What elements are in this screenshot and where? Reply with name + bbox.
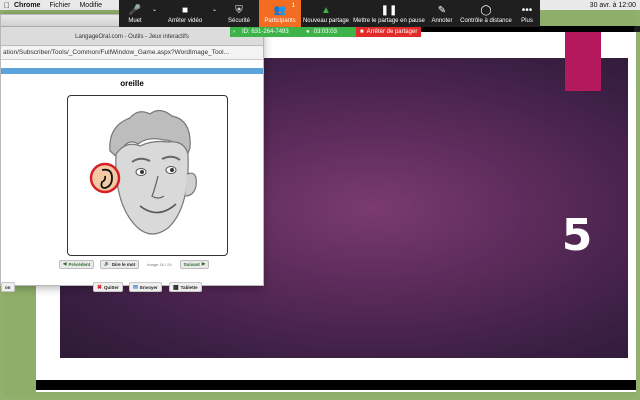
meeting-timer: ● 03:03:03 (302, 27, 356, 37)
zoom-toolbar: 🎤 Muet ⌄ ■ Arrêter vidéo ⌄ ⛨ Sécurité 👥 … (119, 0, 540, 27)
new-share-label: Nouveau partage (302, 18, 350, 24)
meeting-id-text: ID: 631-264-7493 (242, 29, 289, 35)
menu-app-name[interactable]: Chrome (14, 2, 40, 9)
page-header-bar (1, 68, 263, 74)
more-icon: ••• (521, 5, 533, 16)
previous-label: Précédent (68, 261, 91, 267)
quit-button[interactable]: ✖ Quitter (93, 282, 123, 292)
previous-button[interactable]: ◀ Précédent (59, 259, 95, 269)
remote-control-button[interactable]: ◯ Contrôle à distance (457, 0, 515, 27)
slide-number: 5 (561, 210, 593, 261)
pencil-icon: ✎ (437, 5, 447, 16)
more-label: Plus (521, 18, 533, 24)
menu-item-file[interactable]: Fichier (49, 2, 70, 9)
mute-button[interactable]: 🎤 Muet ⌄ (119, 0, 157, 27)
envelope-icon: ✉ (133, 284, 139, 291)
security-label: Sécurité (227, 18, 250, 24)
meeting-timer-text: 03:03:03 (313, 29, 337, 35)
browser-window-title: LangageOral.com - Outils - Jeux interact… (75, 34, 189, 40)
slide-accent-tab (565, 32, 601, 91)
stop-video-label: Arrêter vidéo (167, 18, 203, 24)
stop-share-label: Arrêter de partager (366, 29, 418, 35)
left-partial-label: on (5, 284, 11, 290)
participants-count: 1 (291, 3, 295, 9)
tablet-button[interactable]: ▦ Tablette (169, 282, 202, 292)
security-button[interactable]: ⛨ Sécurité (219, 0, 259, 27)
microphone-icon: 🎤 (128, 5, 142, 16)
signal-icon: › (230, 27, 238, 37)
video-camera-icon: ■ (181, 5, 189, 16)
next-label: Suivant (183, 261, 200, 267)
more-button[interactable]: ••• Plus (515, 0, 539, 27)
share-screen-icon: ▲ (321, 5, 331, 16)
image-counter: Image 16 / 24 (147, 261, 172, 267)
annotate-label: Annoter (431, 18, 453, 24)
pause-icon: ❚❚ (380, 5, 398, 16)
word-image-card (67, 95, 228, 256)
speaker-icon: 🔊 (104, 261, 110, 266)
browser-window[interactable]: LangageOral.com - Outils - Jeux interact… (0, 14, 264, 292)
left-partial-button[interactable]: on (1, 282, 15, 292)
menu-item-edit[interactable]: Modifie (79, 2, 102, 9)
lock-icon: ● (306, 29, 310, 35)
quit-label: Quitter (104, 284, 119, 290)
stage-bottom-bar (36, 380, 636, 390)
chevron-up-icon[interactable]: ⌄ (212, 6, 217, 13)
stop-square-icon: ■ (360, 29, 364, 35)
stop-share-button[interactable]: ■ Arrêter de partager (356, 27, 422, 37)
arrow-right-icon: ▶ (201, 261, 206, 266)
meeting-info-bar: › ID: 631-264-7493 ● 03:03:03 ■ Arrêter … (230, 27, 424, 37)
shield-icon: ⛨ (235, 5, 243, 16)
participants-button[interactable]: 👥 1 Participants (259, 0, 301, 27)
say-word-button[interactable]: 🔊 Dire le mot (100, 259, 140, 269)
mute-label: Muet (128, 18, 142, 24)
new-share-button[interactable]: ▲ Nouveau partage (301, 0, 351, 27)
next-button[interactable]: Suivant ▶ (179, 259, 210, 269)
game-controls: on ✖ Quitter ✉ Envoyer ▦ Tablette (1, 281, 263, 293)
participants-label: Participants (264, 18, 296, 24)
annotate-button[interactable]: ✎ Annoter (427, 0, 457, 27)
word-label: oreille (120, 79, 144, 88)
apple-icon[interactable]:  (0, 1, 14, 10)
mouse-icon: ◯ (480, 5, 492, 16)
tablet-label: Tablette (180, 284, 198, 290)
remote-control-label: Contrôle à distance (460, 18, 512, 24)
pause-share-button[interactable]: ❚❚ Mettre le partage en pause (351, 0, 427, 27)
arrow-left-icon: ◀ (63, 261, 67, 266)
stage-corner (634, 26, 640, 32)
send-label: Envoyer (140, 284, 158, 290)
participants-icon: 👥 (273, 5, 287, 16)
face-illustration (89, 109, 197, 235)
send-button[interactable]: ✉ Envoyer (129, 282, 162, 292)
pause-share-label: Mettre le partage en pause (353, 18, 425, 24)
chevron-up-icon[interactable]: ⌄ (152, 6, 157, 13)
stop-video-button[interactable]: ■ Arrêter vidéo ⌄ (159, 0, 217, 27)
close-icon: ✖ (97, 284, 103, 291)
address-bar[interactable]: ation/Subscriber/Tools/_Common/FullWindo… (1, 46, 263, 60)
image-navigation: ◀ Précédent 🔊 Dire le mot Image 16 / 24 … (59, 259, 239, 269)
meeting-id[interactable]: ID: 631-264-7493 (238, 27, 302, 37)
menu-clock[interactable]: 30 avr. à 12:00 (590, 0, 636, 10)
say-word-label: Dire le mot (111, 261, 136, 267)
tablet-icon: ▦ (173, 284, 179, 291)
